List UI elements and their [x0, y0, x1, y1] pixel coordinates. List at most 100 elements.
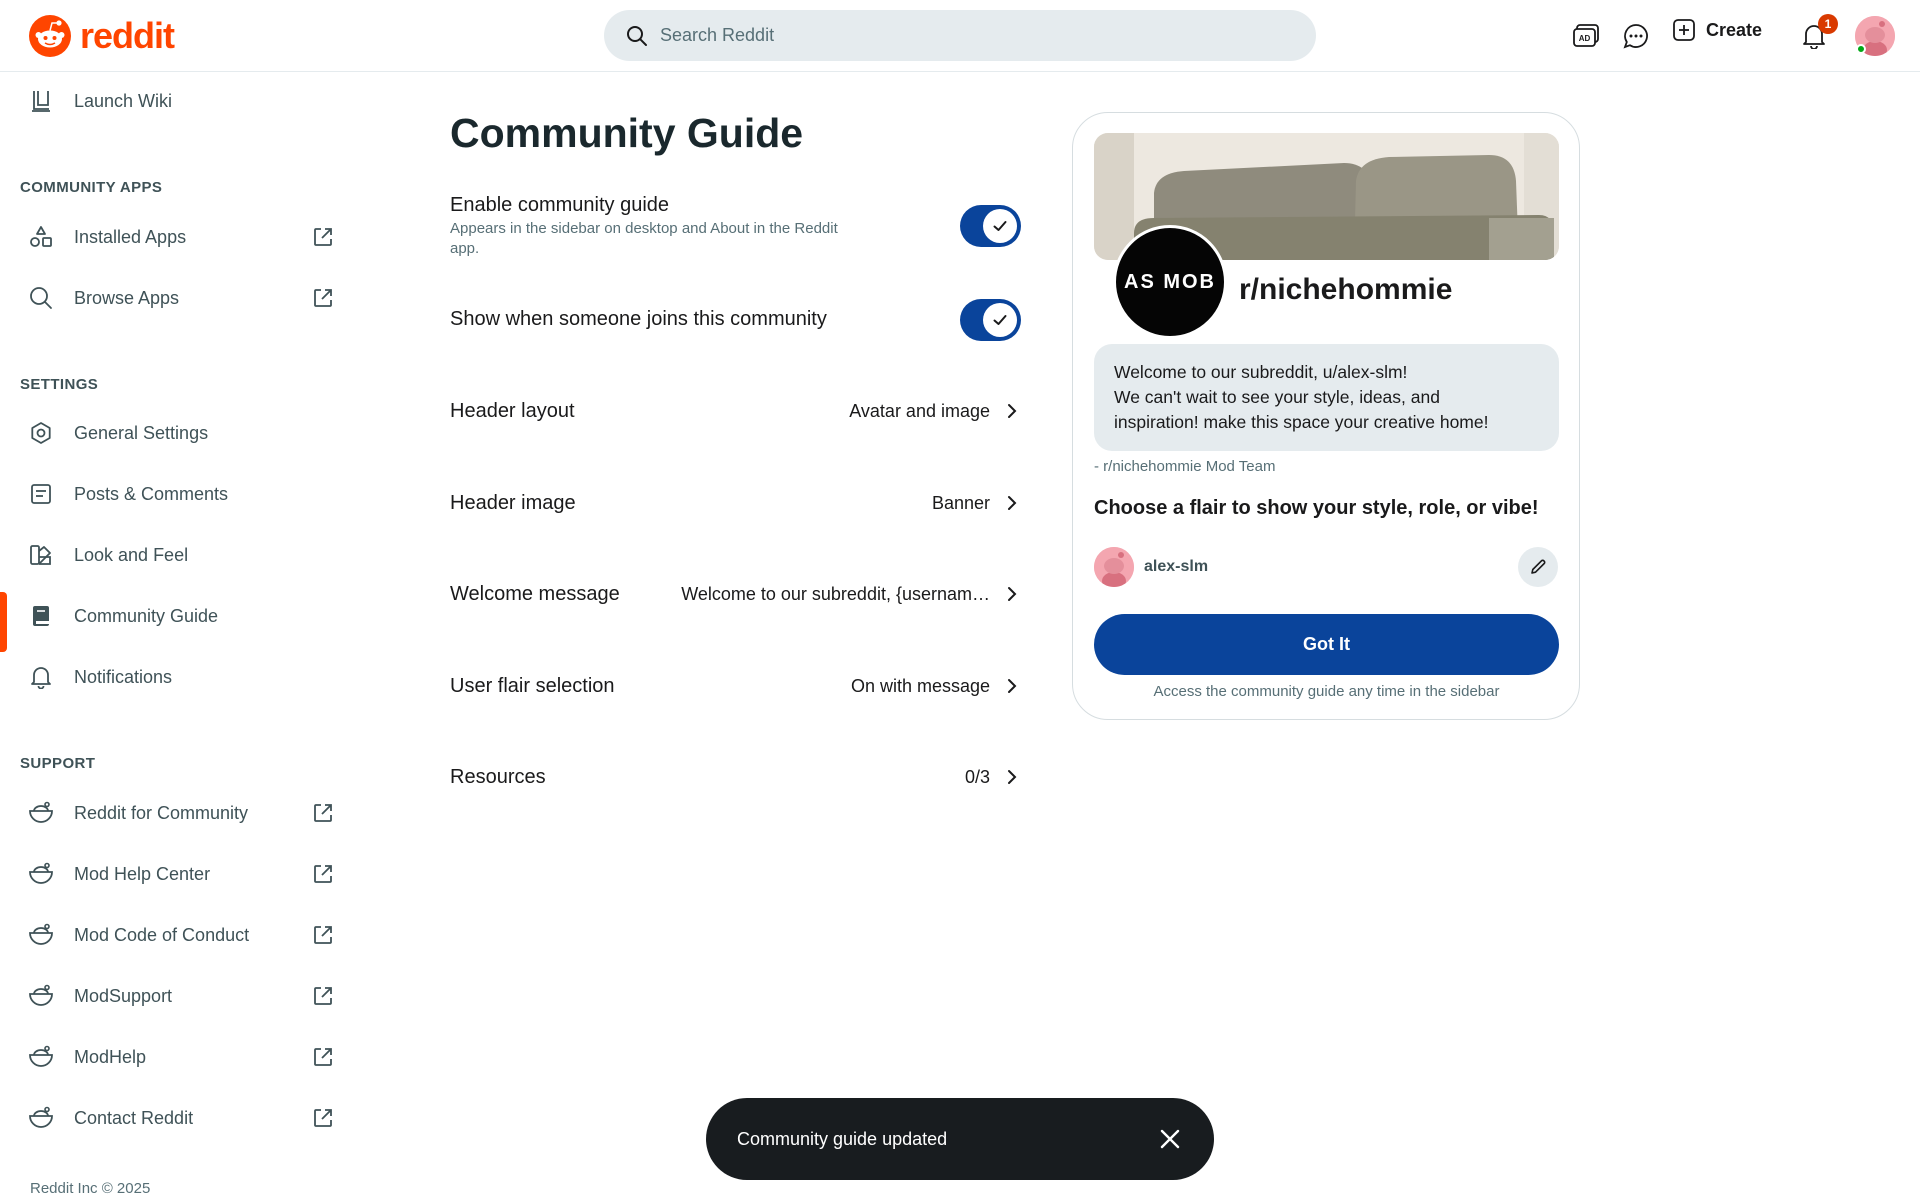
snoo-icon — [28, 983, 54, 1009]
sidebar-item-label: Notifications — [74, 666, 173, 687]
advertise-icon[interactable]: AD — [1570, 20, 1602, 52]
chevron-right-icon — [1002, 676, 1022, 696]
sidebar-item-label: Reddit for Community — [74, 802, 249, 823]
sidebar-item-modhelp[interactable]: ModHelp — [0, 1031, 340, 1083]
sidebar-item-browse-apps[interactable]: Browse Apps — [0, 272, 340, 324]
sidebar-item-mod-code-of-conduct[interactable]: Mod Code of Conduct — [0, 909, 340, 961]
external-link-icon — [310, 285, 336, 311]
online-status-dot — [1856, 44, 1866, 54]
setting-title: Enable community guide — [450, 194, 670, 216]
sidebar-item-general-settings[interactable]: General Settings — [0, 407, 340, 459]
sidebar-item-installed-apps[interactable]: Installed Apps — [0, 211, 340, 263]
mod-tools-sidebar: Launch Wiki COMMUNITY APPS Installed App… — [0, 73, 340, 1200]
sidebar-item-label: Mod Help Center — [74, 863, 211, 884]
access-note: Access the community guide any time in t… — [1153, 683, 1500, 700]
search-bar[interactable] — [604, 10, 1316, 61]
edit-flair-button[interactable] — [1518, 547, 1558, 587]
sidebar-item-modsupport[interactable]: ModSupport — [0, 970, 340, 1022]
setting-description: Appears in the sidebar on desktop and Ab… — [450, 220, 838, 257]
sidebar-item-launch-wiki[interactable]: Launch Wiki — [0, 75, 340, 127]
flair-user: alex-slm — [1094, 547, 1208, 587]
welcome-line: Welcome to our subreddit, u/alex-slm! — [1114, 362, 1408, 382]
row-label: Welcome message — [450, 582, 620, 605]
row-label: User flair selection — [450, 674, 615, 697]
external-link-icon — [310, 1044, 336, 1070]
chevron-right-icon — [1002, 493, 1022, 513]
toggle-knob — [983, 209, 1017, 243]
row-user-flair-selection[interactable]: User flair selection On with message — [450, 661, 1030, 711]
setting-show-joins: Show when someone joins this community — [450, 308, 1025, 331]
chevron-right-icon — [1002, 767, 1022, 787]
row-label: Header layout — [450, 399, 575, 422]
sidebar-item-label: ModHelp — [74, 1046, 147, 1067]
book-icon — [28, 603, 54, 629]
row-label: Header image — [450, 491, 576, 514]
sidebar-item-label: General Settings — [74, 422, 209, 443]
reddit-logo[interactable]: reddit — [28, 14, 175, 58]
row-welcome-message[interactable]: Welcome message Welcome to our subreddit… — [450, 569, 1030, 619]
snoo-icon — [28, 1105, 54, 1131]
show-joins-toggle[interactable] — [960, 299, 1021, 341]
chevron-right-icon — [1002, 401, 1022, 421]
sidebar-item-label: Browse Apps — [74, 287, 180, 308]
sidebar-item-notifications[interactable]: Notifications — [0, 651, 340, 703]
top-navigation-bar: reddit AD Create — [0, 0, 1920, 72]
snoo-icon — [28, 861, 54, 887]
snoo-icon — [28, 1044, 54, 1070]
wiki-icon — [28, 88, 54, 114]
avatar — [1094, 547, 1134, 587]
external-link-icon — [310, 922, 336, 948]
chat-icon[interactable] — [1620, 20, 1652, 52]
row-header-layout[interactable]: Header layout Avatar and image — [450, 386, 1030, 436]
row-value: 0/3 — [964, 766, 990, 787]
external-link-icon — [310, 1105, 336, 1131]
search-input[interactable] — [660, 25, 1260, 46]
copyright-footer: Reddit Inc © 2025 — [30, 1180, 151, 1197]
snoo-logo-icon — [29, 15, 71, 57]
enable-community-guide-toggle[interactable] — [960, 205, 1021, 247]
snoo-icon — [28, 800, 54, 826]
row-header-image[interactable]: Header image Banner — [450, 478, 1030, 528]
sidebar-item-community-guide[interactable]: Community Guide — [0, 590, 340, 652]
search-icon — [627, 25, 647, 46]
toggle-knob — [983, 303, 1017, 337]
page-title: Community Guide — [450, 110, 804, 156]
close-icon[interactable] — [1156, 1125, 1184, 1153]
gear-icon — [28, 420, 54, 446]
community-guide-preview: AS MOB r/nichehommie Welcome to our subr… — [1072, 112, 1580, 720]
sidebar-item-reddit-for-community[interactable]: Reddit for Community — [0, 787, 340, 839]
welcome-message-box: Welcome to our subreddit, u/alex-slm! We… — [1094, 344, 1559, 451]
community-avatar-text: AS MOB — [1124, 270, 1216, 293]
logo-wordmark: reddit — [80, 15, 175, 56]
create-button[interactable]: Create — [1672, 18, 1762, 42]
sidebar-item-posts-comments[interactable]: Posts & Comments — [0, 468, 340, 520]
sidebar-item-label: Launch Wiki — [74, 90, 173, 111]
setting-enable-community-guide: Enable community guide Appears in the si… — [450, 194, 1025, 259]
welcome-line: We can't wait to see your style, ideas, … — [1114, 387, 1440, 407]
toast-notification: Community guide updated — [706, 1098, 1214, 1180]
checkmark-icon — [993, 315, 1007, 325]
posts-icon — [28, 481, 54, 507]
row-value: On with message — [850, 675, 990, 696]
setting-title: Show when someone joins this community — [450, 308, 827, 330]
sidebar-item-look-and-feel[interactable]: Look and Feel — [0, 529, 340, 581]
row-value: Banner — [931, 492, 990, 513]
notification-badge: 1 — [1818, 14, 1838, 34]
active-indicator — [0, 592, 7, 652]
row-value: Avatar and image — [849, 400, 990, 421]
sidebar-item-label: Look and Feel — [74, 544, 189, 565]
external-link-icon — [310, 983, 336, 1009]
got-it-button[interactable]: Got It — [1094, 614, 1559, 675]
sidebar-item-label: Community Guide — [74, 605, 219, 626]
row-value: Welcome to our subreddit, {usernam… — [681, 583, 990, 604]
sidebar-item-mod-help-center[interactable]: Mod Help Center — [0, 848, 340, 900]
sidebar-item-contact-reddit[interactable]: Contact Reddit — [0, 1092, 340, 1144]
sidebar-item-label: Contact Reddit — [74, 1107, 194, 1128]
sidebar-item-label: ModSupport — [74, 985, 173, 1006]
bell-icon — [28, 664, 54, 690]
svg-text:AD: AD — [1579, 34, 1591, 43]
row-resources[interactable]: Resources 0/3 — [450, 752, 1030, 802]
community-avatar: AS MOB — [1113, 225, 1227, 339]
mod-team-signature: - r/nichehommie Mod Team — [1094, 458, 1276, 475]
create-plus-icon — [1673, 19, 1695, 41]
